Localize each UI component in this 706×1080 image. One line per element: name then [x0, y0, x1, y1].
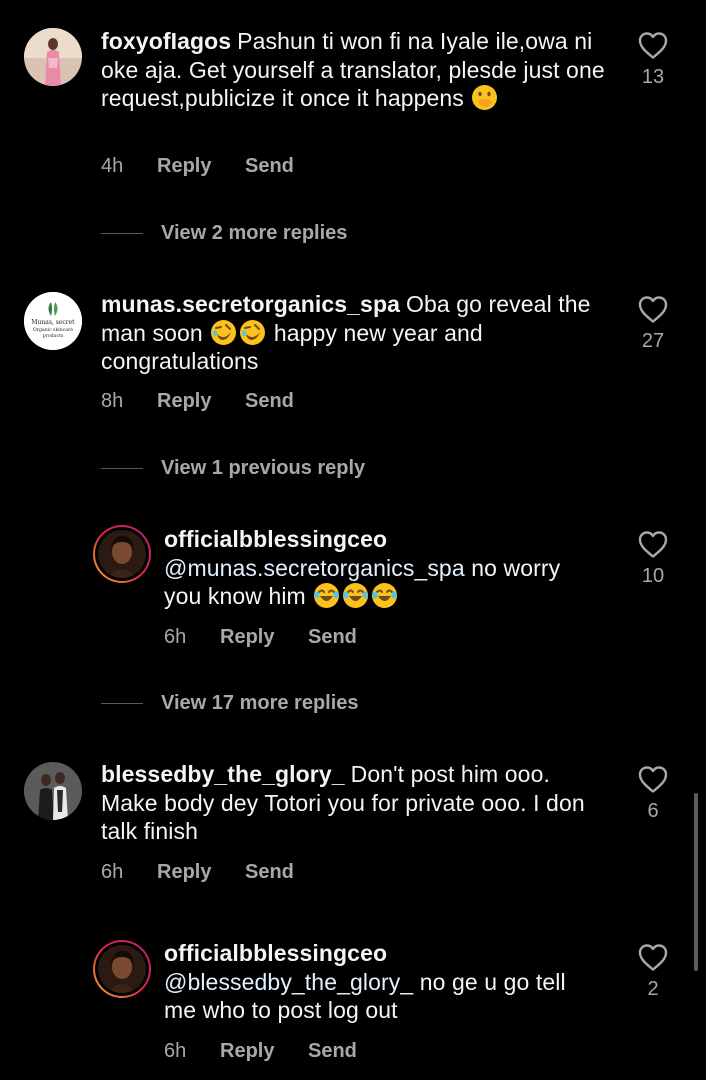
svg-text:Organic skincare: Organic skincare	[33, 327, 73, 333]
svg-text:products: products	[43, 333, 64, 339]
like-button[interactable]: 10	[633, 529, 673, 588]
send-button[interactable]: Send	[245, 861, 294, 884]
reply-button[interactable]: Reply	[220, 1040, 308, 1063]
like-count: 13	[641, 66, 665, 88]
comment-time: 8h	[101, 390, 124, 412]
view-more-replies[interactable]: View 17 more replies	[101, 692, 359, 715]
divider-line	[101, 232, 143, 235]
like-count: 27	[641, 330, 665, 352]
view-more-label: View 17 more replies	[161, 692, 359, 714]
username[interactable]: blessedby_the_glory_	[101, 761, 345, 787]
heart-outline-icon	[638, 531, 668, 558]
view-more-replies[interactable]: View 2 more replies	[101, 222, 347, 245]
view-previous-reply[interactable]: View 1 previous reply	[101, 457, 365, 480]
comment-text: officialbblessingceo @munas.secretorgani…	[164, 525, 604, 611]
comment-text: munas.secretorganics_spa Oba go reveal th…	[101, 290, 606, 376]
comment-text: blessedby_the_glory_ Don't post him ooo. …	[101, 760, 606, 846]
mention-link[interactable]: @munas.secretorganics_spa	[164, 555, 465, 581]
username[interactable]: munas.secretorganics_spa	[101, 291, 400, 317]
avatar	[98, 530, 146, 578]
reply-button[interactable]: Reply	[157, 861, 245, 884]
tears-of-joy-emoji	[371, 582, 398, 609]
avatar[interactable]	[24, 762, 82, 820]
comment-meta: 6h Reply Send	[164, 1040, 357, 1063]
comment-text: officialbblessingceo @blessedby_the_glor…	[164, 939, 604, 1025]
face-with-hand-over-mouth-emoji	[471, 84, 498, 111]
comment-time: 4h	[101, 155, 124, 177]
comment-meta: 6h Reply Send	[101, 861, 294, 884]
mention-link[interactable]: @blessedby_the_glory_	[164, 969, 413, 995]
heart-outline-icon	[638, 766, 668, 793]
send-button[interactable]: Send	[245, 390, 294, 413]
avatar[interactable]	[24, 28, 82, 86]
comment-time: 6h	[164, 626, 187, 648]
like-count: 2	[647, 978, 659, 1000]
comment-time: 6h	[101, 861, 124, 883]
comment-text: foxyofIagos Pashun ti won fi na Iyale ile…	[101, 27, 606, 113]
reply-button[interactable]: Reply	[220, 626, 308, 649]
username[interactable]: officialbblessingceo	[164, 939, 598, 968]
send-button[interactable]: Send	[308, 626, 357, 649]
comment-time: 6h	[164, 1040, 187, 1062]
rolling-on-floor-laughing-emoji	[210, 319, 237, 346]
like-button[interactable]: 6	[633, 764, 673, 823]
divider-line	[101, 702, 143, 705]
view-more-label: View 1 previous reply	[161, 457, 366, 479]
reply-button[interactable]: Reply	[157, 390, 245, 413]
like-button[interactable]: 27	[633, 294, 673, 353]
avatar-story-ring[interactable]	[93, 525, 151, 583]
heart-outline-icon	[638, 296, 668, 323]
send-button[interactable]: Send	[308, 1040, 357, 1063]
avatar-story-ring[interactable]	[93, 940, 151, 998]
like-button[interactable]: 13	[633, 30, 673, 89]
comment-meta: 4h Reply Send	[101, 155, 294, 178]
view-more-label: View 2 more replies	[161, 222, 348, 244]
heart-outline-icon	[638, 944, 668, 971]
username[interactable]: officialbblessingceo	[164, 525, 598, 554]
avatar	[98, 945, 146, 993]
reply-button[interactable]: Reply	[157, 155, 245, 178]
heart-outline-icon	[638, 32, 668, 59]
scrollbar[interactable]	[694, 793, 698, 971]
comment-meta: 6h Reply Send	[164, 626, 357, 649]
like-count: 10	[641, 565, 665, 587]
rolling-on-floor-laughing-emoji	[239, 319, 266, 346]
avatar[interactable]: Munas, secret Organic skincare products	[24, 292, 82, 350]
divider-line	[101, 467, 143, 470]
send-button[interactable]: Send	[245, 155, 294, 178]
like-button[interactable]: 2	[633, 942, 673, 1001]
username[interactable]: foxyofIagos	[101, 28, 231, 54]
tears-of-joy-emoji	[342, 582, 369, 609]
svg-text:Munas, secret: Munas, secret	[31, 319, 75, 326]
comment-meta: 8h Reply Send	[101, 390, 294, 413]
like-count: 6	[647, 800, 659, 822]
tears-of-joy-emoji	[313, 582, 340, 609]
